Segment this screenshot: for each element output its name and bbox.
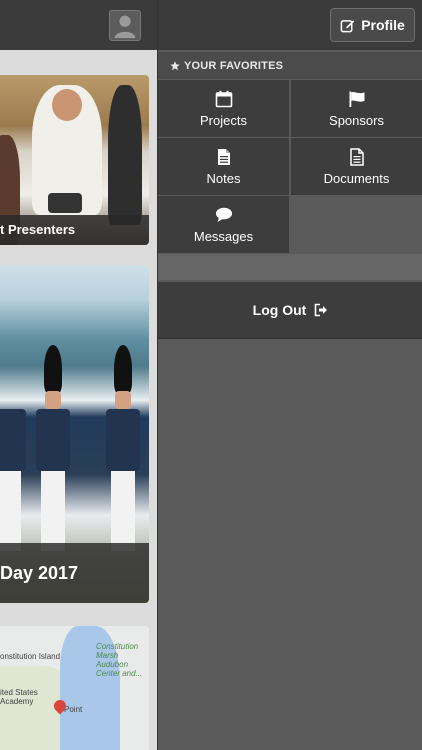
- map-label-point: Point: [64, 705, 83, 714]
- map-label-marsh: Constitution Marsh Audubon Center and...: [96, 642, 143, 678]
- profile-button[interactable]: Profile: [330, 8, 415, 42]
- photo-face: [52, 89, 82, 121]
- photo-figure: [108, 85, 142, 225]
- feed-card-map[interactable]: onstitution Island Constitution Marsh Au…: [0, 626, 149, 750]
- photo-cadet: [104, 345, 142, 565]
- feed-card-day[interactable]: Day 2017: [0, 265, 149, 603]
- favorite-projects[interactable]: Projects: [158, 80, 289, 137]
- favorite-label: Notes: [206, 170, 241, 186]
- favorite-label: Messages: [193, 228, 254, 244]
- favorite-sponsors[interactable]: Sponsors: [291, 80, 422, 137]
- favorite-label: Documents: [323, 170, 390, 186]
- profile-label: Profile: [361, 17, 405, 33]
- card-caption: Day 2017: [0, 543, 149, 603]
- favorite-notes[interactable]: Notes: [158, 138, 289, 195]
- favorite-label: Sponsors: [329, 112, 384, 128]
- document-icon: [349, 147, 364, 166]
- photo-cadet: [34, 345, 72, 565]
- user-silhouette-icon: [114, 15, 136, 39]
- favorite-documents[interactable]: Documents: [291, 138, 422, 195]
- drawer-separator: [158, 254, 422, 280]
- flag-icon: [349, 91, 364, 107]
- favorite-empty-slot: [291, 196, 422, 253]
- side-drawer: Profile YOUR FAVORITES Projects Sponsors: [157, 0, 422, 750]
- calendar-icon: [215, 90, 232, 107]
- favorites-header-label: YOUR FAVORITES: [184, 59, 284, 72]
- sign-out-icon: [315, 303, 328, 317]
- user-avatar-button[interactable]: [109, 10, 141, 41]
- favorite-messages[interactable]: Messages: [158, 196, 289, 253]
- star-icon: [170, 60, 180, 70]
- favorites-header: YOUR FAVORITES: [158, 52, 422, 79]
- feed-card-presenters[interactable]: t Presenters: [0, 75, 149, 245]
- favorite-label: Projects: [200, 112, 247, 128]
- note-icon: [217, 148, 230, 165]
- camera-shape: [48, 193, 82, 213]
- chat-bubble-icon: [215, 207, 232, 222]
- feed-pane: t Presenters Day 2017 onstitution Island…: [0, 0, 157, 750]
- photo-cadet: [0, 345, 28, 565]
- logout-label: Log Out: [252, 302, 307, 318]
- map-label-island: onstitution Island: [0, 652, 61, 661]
- edit-icon: [340, 19, 355, 32]
- card-caption: t Presenters: [0, 215, 149, 245]
- feed-topbar: [0, 0, 157, 50]
- map-label-academy: ited States Academy: [0, 688, 38, 706]
- drawer-topbar: Profile: [158, 0, 422, 50]
- logout-button[interactable]: Log Out: [158, 282, 422, 339]
